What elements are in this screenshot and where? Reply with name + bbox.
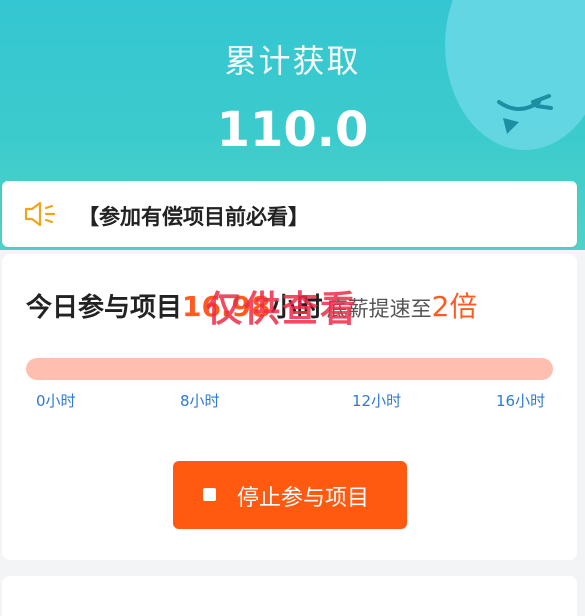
status-sub: 底薪提速至 <box>326 297 432 321</box>
page-title: 累计获取 <box>224 42 361 80</box>
tick-label: 8小时 <box>180 392 220 410</box>
speaker-icon <box>24 201 56 227</box>
tick-label: 16小时 <box>496 392 546 410</box>
notice-text[interactable]: 【参加有偿项目前必看】 <box>78 201 309 231</box>
notice-bar[interactable]: 【参加有偿项目前必看】 <box>2 181 577 247</box>
tick-label: 12小时 <box>352 392 402 410</box>
tick-label: 0小时 <box>36 392 76 410</box>
status-prefix: 今日参与项目 <box>26 293 183 323</box>
stop-button-label: 停止参与项目 <box>237 486 370 511</box>
progress-bar <box>26 358 553 380</box>
project-card: 今日参与项目16.98小时 底薪提速至2倍 仅供查看 0小时 8小时 12小时 1… <box>2 254 577 560</box>
next-card <box>2 576 577 616</box>
progress-fill <box>26 358 553 380</box>
stop-project-button[interactable]: 停止参与项目 <box>173 461 407 529</box>
status-line: 今日参与项目16.98小时 底薪提速至2倍 <box>26 287 477 331</box>
status-unit: 小时 <box>270 293 323 323</box>
status-hours: 16.98 <box>182 290 271 323</box>
total-amount: 110.0 <box>216 102 369 158</box>
status-multiplier: 2倍 <box>431 290 478 323</box>
stop-icon <box>203 488 216 501</box>
